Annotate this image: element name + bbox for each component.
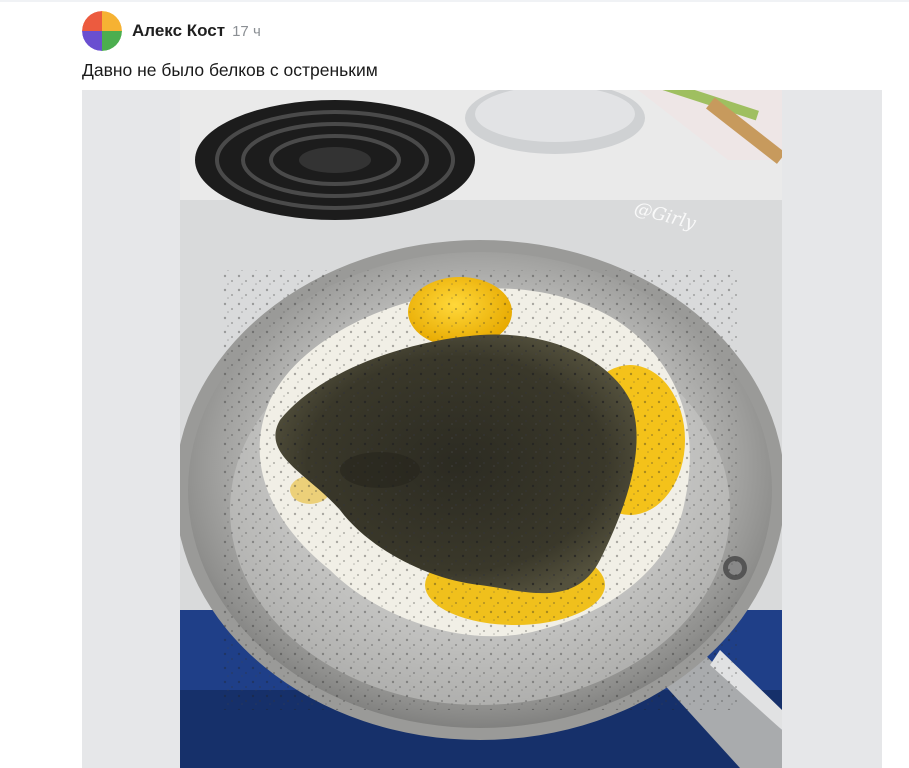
fried-egg-pepper-photo[interactable]: @Girly bbox=[180, 90, 782, 768]
post-timestamp[interactable]: 17 ч bbox=[232, 23, 261, 40]
feed-top-divider bbox=[0, 0, 909, 2]
post-header: Алекс Кост 17 ч bbox=[82, 10, 261, 52]
avatar[interactable] bbox=[82, 11, 122, 51]
post-media[interactable]: @Girly bbox=[82, 90, 882, 768]
author-name[interactable]: Алекс Кост bbox=[132, 21, 225, 41]
post-text: Давно не было белков с остреньким bbox=[82, 60, 378, 80]
